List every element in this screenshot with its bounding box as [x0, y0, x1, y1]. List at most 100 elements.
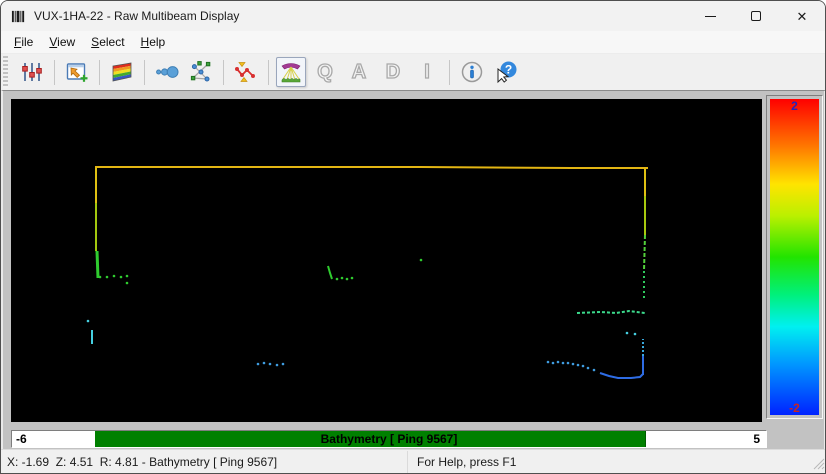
lightblue-dots: [552, 362, 555, 365]
toolbar-separator: [449, 60, 450, 85]
green-dots: [346, 278, 349, 281]
green-dots: [120, 276, 123, 279]
menu-view-rest: iew: [57, 35, 75, 49]
maximize-icon: [751, 11, 761, 21]
beam-size-icon: [155, 60, 179, 84]
swath-display-icon: [280, 61, 302, 83]
green-dots: [351, 277, 354, 280]
colorbar-max-label: 2: [770, 99, 819, 113]
lightblue-dots: [282, 363, 285, 366]
green-dots: [99, 276, 102, 279]
app-window: VUX-1HA-22 - Raw Multibeam Display ✕ Fil…: [0, 0, 826, 474]
toolbar: Q A D I ?: [1, 53, 825, 90]
menu-help[interactable]: Help: [133, 33, 174, 51]
main-display-area: 2 -2 -6 Bathymetry [ Ping 9567] 5: [1, 90, 826, 449]
menu-help-accel: H: [141, 35, 150, 49]
ping-profile-button[interactable]: [231, 57, 261, 87]
colorbar-min-label: -2: [770, 401, 819, 415]
window-controls: ✕: [687, 1, 825, 31]
raw-multibeam-display-button[interactable]: [276, 57, 306, 87]
color-map-icon: [110, 60, 134, 84]
new-view-button[interactable]: [62, 57, 92, 87]
window-title: VUX-1HA-22 - Raw Multibeam Display: [34, 9, 239, 23]
toolbar-gripper[interactable]: [3, 56, 8, 88]
menu-select-accel: S: [91, 35, 99, 49]
lightblue-dots: [572, 363, 575, 366]
lightblue-dots: [587, 367, 590, 370]
green-dots: [113, 275, 116, 278]
close-icon: ✕: [797, 10, 808, 23]
ping-range-bar[interactable]: -6 Bathymetry [ Ping 9567] 5: [11, 430, 767, 448]
help-cursor-icon: ?: [494, 60, 518, 84]
status-bar-separator: [407, 451, 408, 474]
window-add-icon: [65, 60, 89, 84]
status-position-readout: X: -1.69 Z: 4.51 R: 4.81 - Bathymetry [ …: [7, 455, 277, 469]
lightblue-dots: [562, 362, 565, 365]
toolbar-separator: [144, 60, 145, 85]
green-dots: [126, 282, 129, 285]
scatter-network-icon: [189, 60, 213, 84]
lightblue-dots: [577, 364, 580, 367]
point-network-button[interactable]: [186, 57, 216, 87]
toolbar-separator: [223, 60, 224, 85]
maximize-button[interactable]: [733, 1, 779, 31]
toolbar-separator: [99, 60, 100, 85]
letter-a-icon: A: [352, 62, 366, 82]
lightblue-dots: [547, 361, 550, 364]
color-scale-bar[interactable]: 2 -2: [770, 99, 819, 415]
menu-file[interactable]: File: [6, 33, 41, 51]
resize-grip-icon[interactable]: [812, 457, 825, 473]
green-dots: [420, 259, 423, 262]
amplitude-display-button[interactable]: A: [344, 57, 374, 87]
title-bar: VUX-1HA-22 - Raw Multibeam Display ✕: [1, 1, 825, 31]
colorbar-frame: 2 -2: [766, 95, 823, 419]
ping-profile-icon: [234, 60, 258, 84]
cyan-dots: [626, 332, 629, 335]
close-button[interactable]: ✕: [779, 1, 825, 31]
menu-file-rest: ile: [21, 35, 33, 49]
quality-display-button[interactable]: Q: [310, 57, 340, 87]
intensity-display-button[interactable]: I: [412, 57, 442, 87]
lightblue-dots: [269, 363, 272, 366]
shelf-line: [577, 311, 645, 313]
menu-view[interactable]: View: [41, 33, 83, 51]
cyan-dots: [634, 333, 637, 336]
range-title: Bathymetry [ Ping 9567]: [12, 432, 766, 446]
context-help-button[interactable]: ?: [491, 57, 521, 87]
menu-bar: File View Select Help: [1, 31, 825, 53]
menu-view-accel: V: [49, 35, 57, 49]
range-max-label: 5: [753, 432, 760, 446]
cyan-dots: [87, 320, 90, 323]
toolbar-separator: [268, 60, 269, 85]
multibeam-canvas[interactable]: [11, 99, 762, 422]
point-size-button[interactable]: [152, 57, 182, 87]
minimize-icon: [705, 16, 716, 17]
letter-i-icon: I: [424, 62, 430, 82]
display-settings-button[interactable]: [17, 57, 47, 87]
lightblue-dots: [263, 362, 266, 365]
menu-select[interactable]: Select: [83, 33, 132, 51]
letter-q-icon: Q: [317, 62, 333, 82]
right-wall-lightgreen: [644, 235, 645, 271]
green-dots: [126, 275, 129, 278]
green-dots: [341, 277, 344, 280]
minimize-button[interactable]: [687, 1, 733, 31]
surface-line: [95, 167, 648, 168]
toolbar-separator: [54, 60, 55, 85]
left-wall-green: [97, 251, 98, 278]
multibeam-canvas-svg: [11, 99, 762, 422]
status-bar: X: -1.69 Z: 4.51 R: 4.81 - Bathymetry [ …: [1, 449, 826, 474]
lightblue-dots: [582, 365, 585, 368]
lightblue-dots: [257, 363, 260, 366]
lightblue-dots: [593, 369, 596, 372]
deviation-display-button[interactable]: D: [378, 57, 408, 87]
lightblue-dots: [557, 361, 560, 364]
color-map-button[interactable]: [107, 57, 137, 87]
app-icon: [11, 9, 26, 24]
info-icon: [460, 60, 484, 84]
sliders-icon: [20, 60, 44, 84]
green-dots: [336, 278, 339, 281]
about-button[interactable]: [457, 57, 487, 87]
menu-help-rest: elp: [149, 35, 165, 49]
status-help-text: For Help, press F1: [417, 455, 516, 469]
